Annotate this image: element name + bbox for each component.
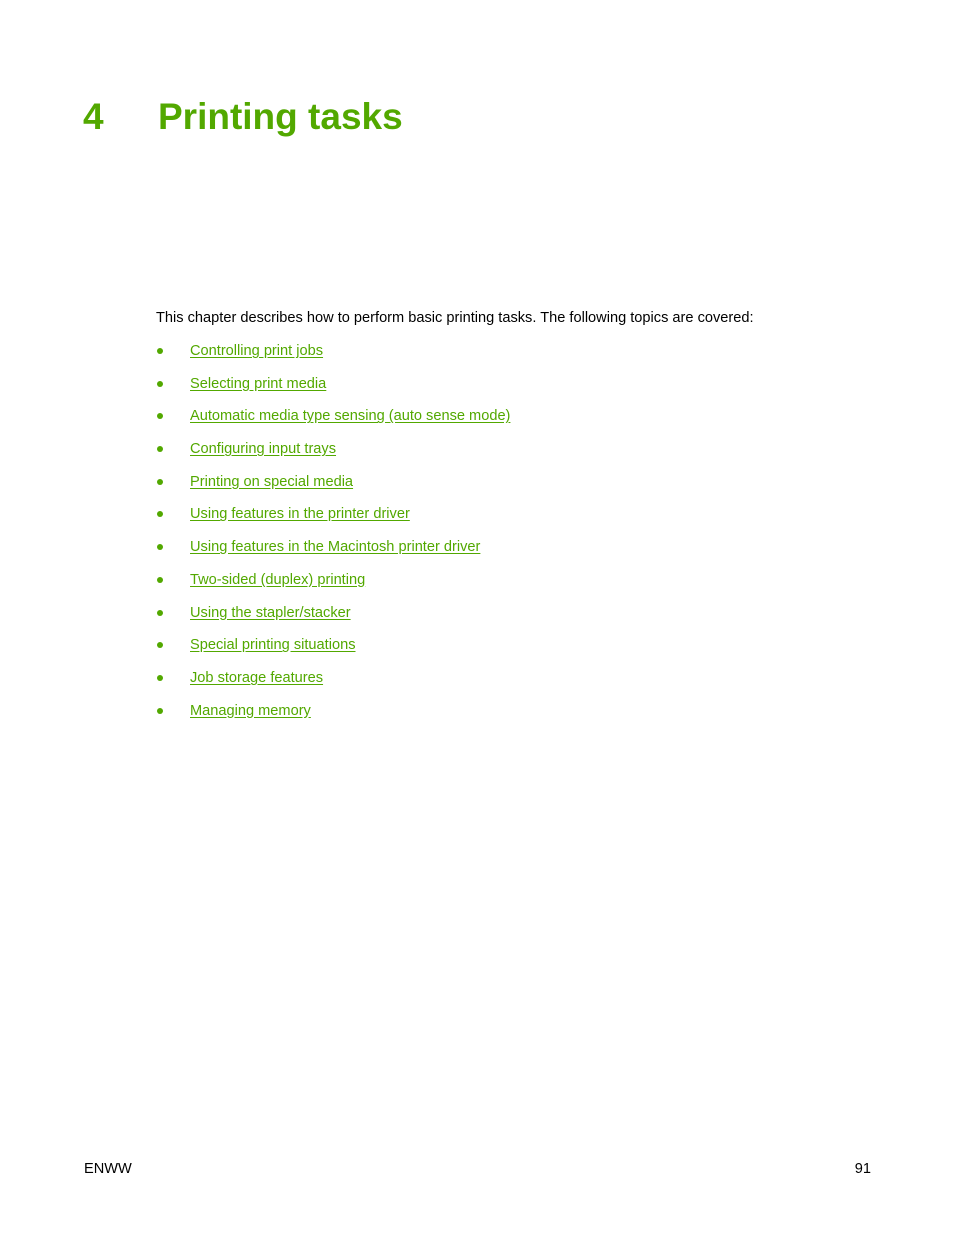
topic-link-printing-special-media[interactable]: Printing on special media xyxy=(190,472,353,492)
page-number: 91 xyxy=(854,1161,871,1177)
list-item: Managing memory xyxy=(156,701,510,734)
bullet-icon xyxy=(156,701,190,721)
bullet-icon xyxy=(156,374,190,394)
bullet-icon xyxy=(156,537,190,557)
list-item: Printing on special media xyxy=(156,472,510,505)
topic-link-controlling-print-jobs[interactable]: Controlling print jobs xyxy=(190,341,323,361)
list-item: Configuring input trays xyxy=(156,439,510,472)
list-item: Automatic media type sensing (auto sense… xyxy=(156,406,510,439)
topic-link-duplex-printing[interactable]: Two-sided (duplex) printing xyxy=(190,570,365,590)
topic-link-job-storage[interactable]: Job storage features xyxy=(190,668,323,688)
list-item: Controlling print jobs xyxy=(156,341,510,374)
chapter-heading: 4 Printing tasks xyxy=(83,93,403,141)
chapter-title: Printing tasks xyxy=(158,96,403,137)
bullet-icon xyxy=(156,635,190,655)
list-item: Using the stapler/stacker xyxy=(156,603,510,636)
bullet-icon xyxy=(156,570,190,590)
topic-link-selecting-print-media[interactable]: Selecting print media xyxy=(190,374,326,394)
chapter-number: 4 xyxy=(83,96,104,137)
bullet-icon xyxy=(156,472,190,492)
topic-list: Controlling print jobs Selecting print m… xyxy=(156,341,510,733)
list-item: Selecting print media xyxy=(156,374,510,407)
list-item: Special printing situations xyxy=(156,635,510,668)
bullet-icon xyxy=(156,668,190,688)
intro-paragraph: This chapter describes how to perform ba… xyxy=(156,310,754,326)
bullet-icon xyxy=(156,439,190,459)
topic-link-configuring-input-trays[interactable]: Configuring input trays xyxy=(190,439,336,459)
list-item: Using features in the Macintosh printer … xyxy=(156,537,510,570)
topic-link-special-printing-situations[interactable]: Special printing situations xyxy=(190,635,356,655)
bullet-icon xyxy=(156,504,190,524)
topic-link-printer-driver-features[interactable]: Using features in the printer driver xyxy=(190,504,410,524)
list-item: Using features in the printer driver xyxy=(156,504,510,537)
topic-link-macintosh-driver-features[interactable]: Using features in the Macintosh printer … xyxy=(190,537,480,557)
list-item: Two-sided (duplex) printing xyxy=(156,570,510,603)
bullet-icon xyxy=(156,406,190,426)
bullet-icon xyxy=(156,603,190,623)
bullet-icon xyxy=(156,341,190,361)
topic-link-auto-sense[interactable]: Automatic media type sensing (auto sense… xyxy=(190,406,510,426)
footer-label: ENWW xyxy=(84,1161,132,1177)
topic-link-stapler-stacker[interactable]: Using the stapler/stacker xyxy=(190,603,351,623)
list-item: Job storage features xyxy=(156,668,510,701)
topic-link-managing-memory[interactable]: Managing memory xyxy=(190,701,311,721)
